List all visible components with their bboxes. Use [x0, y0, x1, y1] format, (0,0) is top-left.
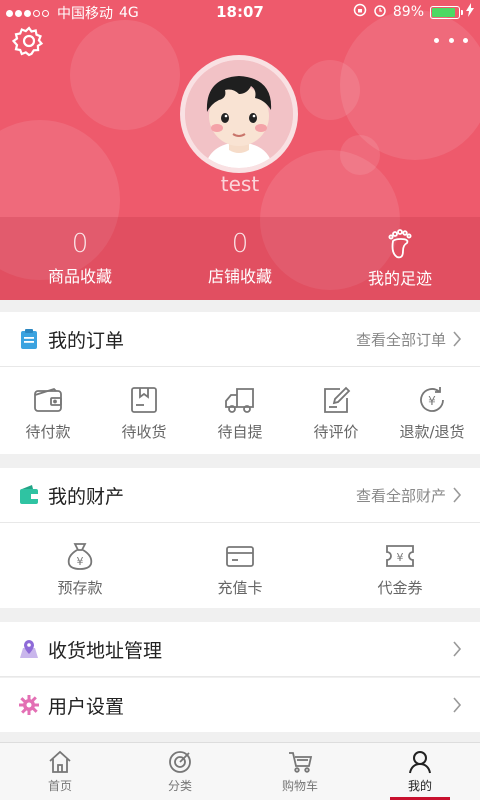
address-title: 收货地址管理	[48, 639, 163, 662]
assets-section: 我的财产 查看全部财产 ¥ 预存款 充值卡 ¥ 代金券	[0, 468, 480, 608]
username: test	[220, 172, 260, 196]
order-status-label: 待自提	[217, 423, 263, 441]
order-status-label: 待付款	[25, 423, 71, 441]
asset-prepaid[interactable]: ¥ 预存款	[0, 523, 160, 598]
asset-label: 预存款	[57, 579, 103, 597]
stat-product-favorites[interactable]: 0 商品收藏	[0, 217, 160, 300]
wallet-icon	[34, 387, 62, 412]
settings-title: 用户设置	[48, 695, 125, 718]
order-status-label: 待评价	[313, 423, 359, 441]
tab-label: 首页	[47, 779, 72, 793]
view-all-assets-label: 查看全部财产	[355, 486, 446, 505]
tab-label: 购物车	[281, 779, 318, 793]
card-icon	[226, 546, 254, 567]
view-all-orders-link[interactable]: 查看全部订单	[356, 329, 462, 350]
user-icon	[409, 751, 431, 774]
more-options-icon[interactable]	[434, 28, 468, 52]
settings-icon	[19, 695, 39, 715]
decor-bubble	[70, 20, 180, 130]
profile-header: 中国移动 4G 18:07 89% test 0 商品收藏 0 店铺收藏 我的足…	[0, 0, 480, 300]
avatar[interactable]	[180, 55, 298, 173]
svg-text:¥: ¥	[77, 555, 84, 568]
tab-home[interactable]: 首页	[0, 743, 120, 800]
chevron-right-icon	[453, 641, 462, 657]
charging-icon	[466, 3, 474, 21]
decor-bubble	[340, 135, 380, 175]
decor-bubble	[300, 60, 360, 120]
view-all-assets-link[interactable]: 查看全部财产	[356, 485, 462, 506]
stat-store-favorites[interactable]: 0 店铺收藏	[160, 217, 320, 300]
box-icon	[131, 387, 157, 413]
divider	[0, 676, 480, 677]
category-icon	[169, 751, 191, 773]
status-bar: 中国移动 4G 18:07 89%	[0, 0, 480, 24]
orders-status-grid: 待付款 待收货 待自提 待评价 ¥ 退款/退货	[0, 367, 480, 442]
assets-header[interactable]: 我的财产 查看全部财产	[0, 468, 480, 523]
order-pending-review[interactable]: 待评价	[288, 367, 384, 442]
battery-icon	[430, 5, 463, 19]
money-bag-icon: ¥	[67, 543, 93, 570]
tab-category[interactable]: 分类	[120, 743, 240, 800]
stat-label: 我的足迹	[367, 269, 432, 288]
voucher-icon: ¥	[386, 545, 414, 567]
edit-icon	[324, 386, 351, 413]
tab-cart[interactable]: 购物车	[240, 743, 360, 800]
chevron-right-icon	[453, 487, 462, 503]
clipboard-icon	[21, 329, 37, 349]
stats-bar: 0 商品收藏 0 店铺收藏 我的足迹	[0, 217, 480, 300]
battery-percent: 89%	[392, 4, 424, 20]
tab-mine[interactable]: 我的	[360, 743, 480, 800]
alarm-icon	[373, 3, 387, 21]
svg-text:¥: ¥	[428, 394, 436, 408]
tab-label: 我的	[407, 779, 432, 793]
chevron-right-icon	[453, 331, 462, 347]
home-icon	[49, 750, 71, 773]
orders-section: 我的订单 查看全部订单 待付款 待收货 待自提 待评价 ¥ 退款/退货	[0, 312, 480, 454]
order-pending-payment[interactable]: 待付款	[0, 367, 96, 442]
stat-footprints[interactable]: 我的足迹	[320, 217, 480, 300]
stat-value: 0	[231, 229, 249, 259]
bottom-tab-bar: 首页 分类 购物车 我的	[0, 742, 480, 800]
order-pending-receipt[interactable]: 待收货	[96, 367, 192, 442]
stat-label: 商品收藏	[47, 267, 112, 286]
chevron-right-icon	[453, 697, 462, 713]
stat-label: 店铺收藏	[207, 267, 272, 286]
order-pending-pickup[interactable]: 待自提	[192, 367, 288, 442]
asset-recharge-card[interactable]: 充值卡	[160, 523, 320, 598]
orders-header[interactable]: 我的订单 查看全部订单	[0, 312, 480, 367]
order-status-label: 退款/退货	[399, 423, 465, 441]
svg-text:¥: ¥	[397, 551, 404, 564]
lock-rotation-icon	[353, 3, 367, 21]
footprint-icon	[320, 229, 480, 263]
stat-value: 0	[71, 229, 89, 259]
address-management-row[interactable]: 收货地址管理	[0, 622, 480, 676]
view-all-orders-label: 查看全部订单	[355, 330, 446, 349]
asset-label: 充值卡	[217, 579, 263, 597]
orders-title: 我的订单	[48, 329, 125, 352]
user-settings-row[interactable]: 用户设置	[0, 678, 480, 732]
assets-title: 我的财产	[48, 485, 125, 508]
truck-icon	[225, 388, 254, 413]
cart-icon	[289, 752, 313, 773]
tab-label: 分类	[167, 779, 192, 793]
order-refund-return[interactable]: ¥ 退款/退货	[384, 367, 480, 442]
asset-label: 代金券	[377, 579, 423, 597]
wallet-book-icon	[20, 485, 38, 504]
asset-voucher[interactable]: ¥ 代金券	[320, 523, 480, 598]
assets-grid: ¥ 预存款 充值卡 ¥ 代金券	[0, 523, 480, 598]
map-pin-icon	[20, 640, 38, 658]
settings-gear-icon[interactable]	[11, 24, 46, 58]
refund-icon: ¥	[420, 387, 444, 412]
order-status-label: 待收货	[121, 423, 167, 441]
